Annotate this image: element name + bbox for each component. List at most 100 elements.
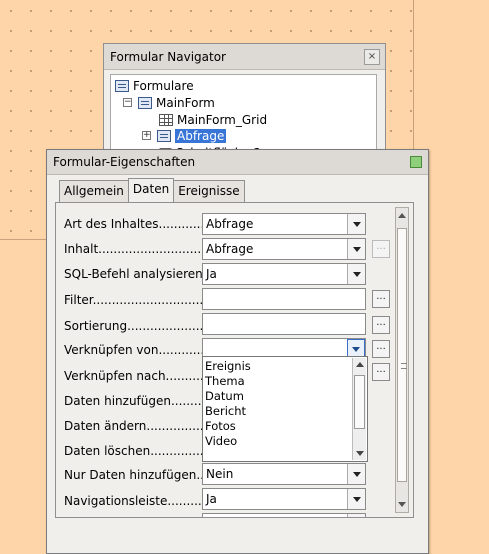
tree-item-abfrage[interactable]: + Abfrage (142, 127, 227, 144)
tab-ereignisse[interactable]: Ereignisse (173, 180, 245, 202)
grid-dot (270, 30, 272, 32)
grid-dot (410, 110, 412, 112)
property-label: Sortierung............................ (64, 319, 204, 333)
grid-dot (310, 10, 312, 12)
grid-dot (110, 10, 112, 12)
row-nur-daten-hinzufuegen: Nur Daten hinzufügen....... (64, 464, 204, 486)
verknuepfen-nach-ellipsis-button[interactable]: ... (372, 363, 390, 381)
grid-dot (70, 30, 72, 32)
grid-dot (10, 70, 12, 72)
form-icon (138, 96, 152, 109)
expand-icon[interactable]: + (142, 131, 151, 140)
grid-dot (30, 150, 32, 152)
window-status-icon[interactable] (410, 156, 422, 168)
grid-dot (150, 10, 152, 12)
grid-dot (310, 30, 312, 32)
grid-dot (70, 90, 72, 92)
grid-dot (130, 10, 132, 12)
grid-dot (390, 130, 392, 132)
form-properties-window: Formular-Eigenschaften Allgemein Daten E… (46, 149, 429, 554)
grid-dot (250, 30, 252, 32)
tree-item-label: MainForm (156, 95, 215, 110)
grid-dot (30, 190, 32, 192)
property-label: Inhalt..................................… (64, 242, 204, 256)
navigationsleiste-select[interactable]: Ja (202, 488, 366, 510)
tree-item-formulare[interactable]: Formulare (115, 77, 194, 94)
dropdown-option[interactable]: Thema (205, 374, 245, 389)
row-filter: Filter..................................… (64, 289, 204, 311)
grid-dot (190, 30, 192, 32)
form-navigator-titlebar[interactable]: Formular Navigator × (104, 44, 385, 70)
filter-input[interactable] (202, 288, 366, 310)
filter-ellipsis-button[interactable]: ... (372, 290, 390, 308)
scroll-up-icon[interactable] (398, 213, 406, 218)
grid-dot (10, 190, 12, 192)
form-properties-titlebar[interactable]: Formular-Eigenschaften (47, 150, 428, 175)
chevron-down-icon[interactable] (347, 214, 365, 234)
grid-dot (50, 130, 52, 132)
sortierung-input[interactable] (202, 313, 366, 335)
tab-allgemein[interactable]: Allgemein (59, 180, 129, 202)
grid-dot (10, 230, 12, 232)
dropdown-scrollbar[interactable] (352, 358, 366, 460)
grid-dot (370, 30, 372, 32)
grid-dot (290, 10, 292, 12)
grid-dot (190, 10, 192, 12)
panel-scrollbar[interactable] (395, 207, 409, 513)
grid-dot (10, 110, 12, 112)
dropdown-option[interactable]: Datum (205, 389, 244, 404)
tree-item-mainform-grid[interactable]: MainForm_Grid (159, 111, 267, 128)
verknuepfen-von-ellipsis-button[interactable]: ... (372, 340, 390, 358)
select-value: Abfrage (206, 242, 254, 256)
chevron-down-icon[interactable] (347, 264, 365, 284)
grid-dot (10, 130, 12, 132)
sortierung-ellipsis-button[interactable]: ... (372, 316, 390, 334)
scroll-down-icon[interactable] (356, 451, 364, 456)
grid-dot (70, 70, 72, 72)
dropdown-option[interactable]: Video (205, 434, 237, 449)
scrollbar-thumb[interactable] (397, 228, 407, 482)
form-navigator-title: Formular Navigator (110, 49, 226, 64)
dropdown-option[interactable]: Fotos (205, 419, 236, 434)
inhalt-ellipsis-button[interactable]: ... (372, 240, 390, 258)
grid-dot (90, 70, 92, 72)
sql-befehl-select[interactable]: Ja (202, 263, 366, 285)
row-inhalt: Inhalt..................................… (64, 238, 204, 260)
dropdown-option[interactable]: Bericht (205, 404, 246, 419)
property-label: Art des Inhaltes................. (64, 217, 204, 231)
select-value: Nein (206, 467, 234, 481)
property-label: Verknüpfen von.................. (64, 343, 204, 357)
scroll-up-icon[interactable] (356, 362, 364, 367)
chevron-down-icon[interactable] (347, 514, 365, 517)
grid-dot (30, 230, 32, 232)
close-icon[interactable]: × (364, 48, 380, 65)
tab-daten[interactable]: Daten (127, 178, 175, 202)
inhalt-select[interactable]: Abfrage (202, 238, 366, 260)
grid-dot (170, 10, 172, 12)
grid-dot (50, 90, 52, 92)
dropdown-option[interactable]: Ereignis (205, 359, 251, 374)
grid-dot (370, 10, 372, 12)
property-label: Filter..................................… (64, 293, 204, 307)
scrollbar-thumb[interactable] (354, 375, 365, 429)
chevron-down-icon[interactable] (347, 464, 365, 484)
tree-item-label: Abfrage (175, 128, 227, 143)
grid-dot (90, 30, 92, 32)
select-value: Ja (206, 267, 217, 281)
chevron-down-icon[interactable] (347, 239, 365, 259)
grid-dot (290, 30, 292, 32)
form-navigator-window: Formular Navigator × Formulare − MainFor… (103, 43, 386, 163)
scroll-down-icon[interactable] (398, 502, 406, 507)
nur-daten-hinzufuegen-select[interactable]: Nein (202, 463, 366, 485)
next-property-select[interactable] (202, 513, 366, 517)
tree-item-label: Formulare (133, 78, 194, 93)
art-des-inhaltes-select[interactable]: Abfrage (202, 213, 366, 235)
grid-dot (50, 50, 52, 52)
grid-dot (50, 30, 52, 32)
tree-item-mainform[interactable]: − MainForm (123, 94, 215, 111)
grid-dot (350, 10, 352, 12)
chevron-down-icon[interactable] (347, 489, 365, 509)
row-navigationsleiste: Navigationsleiste............... (64, 490, 204, 512)
collapse-icon[interactable]: − (123, 98, 132, 107)
grid-dot (390, 90, 392, 92)
